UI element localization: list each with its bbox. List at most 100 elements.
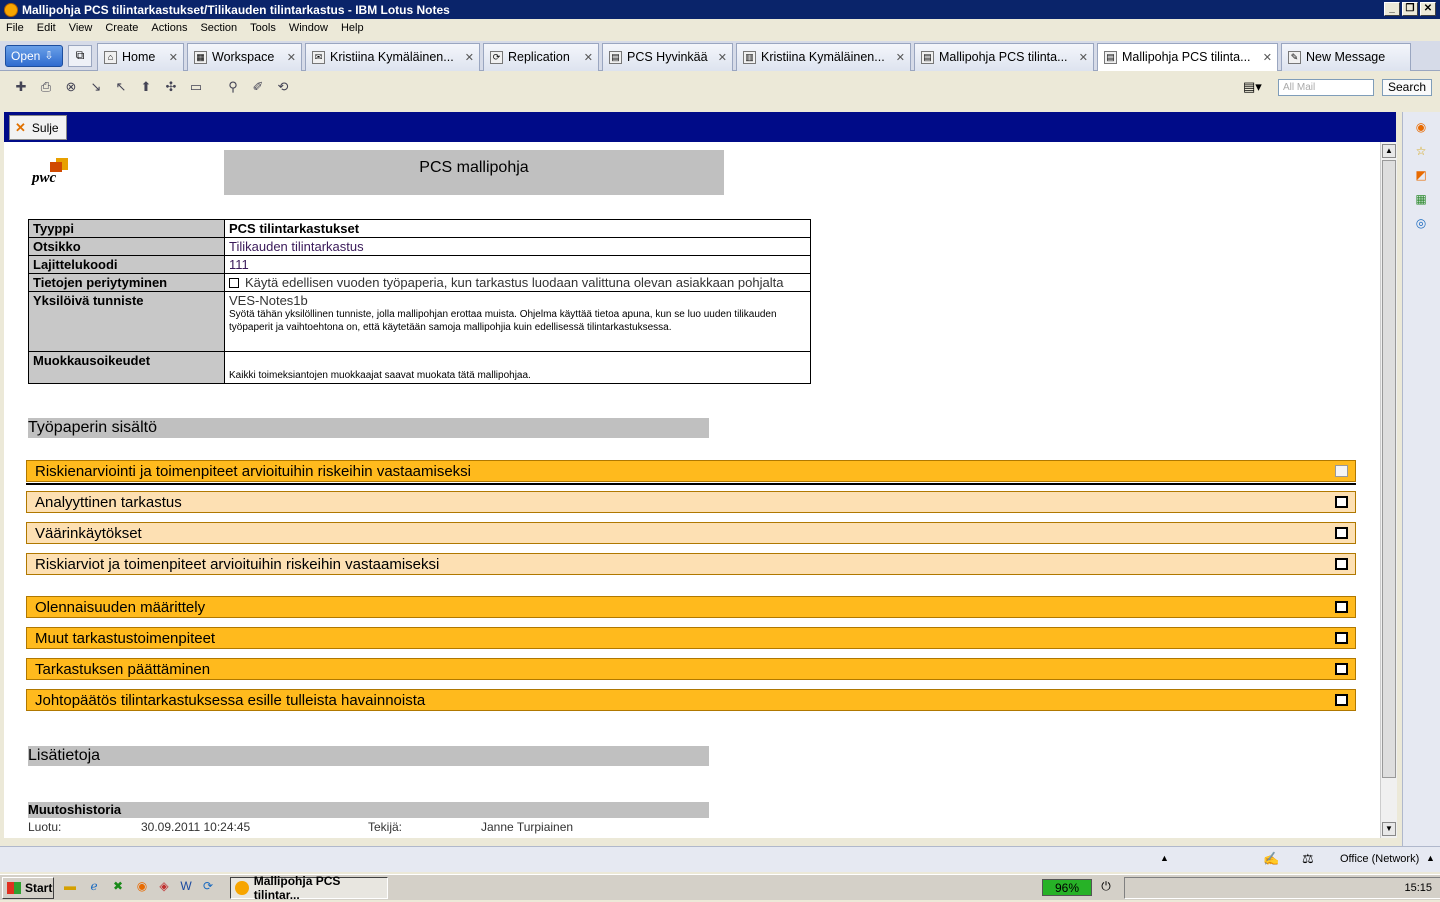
section-conclusion[interactable]: Johtopäätös tilintarkastuksessa esille t…: [26, 689, 1356, 711]
menu-create[interactable]: Create: [105, 22, 138, 34]
section-checkbox[interactable]: [1335, 527, 1348, 539]
section-checkbox[interactable]: [1335, 601, 1348, 613]
search-input[interactable]: All Mail: [1278, 79, 1374, 96]
lotus-icon[interactable]: ◉: [134, 879, 150, 895]
find-icon[interactable]: ⚲: [224, 78, 242, 96]
navigate-icon[interactable]: ✣: [162, 78, 180, 96]
id-cell: VES-Notes1b Syötä tähän yksilöllinen tun…: [224, 291, 811, 352]
close-document-button[interactable]: ✕ Sulje: [9, 115, 67, 140]
menu-file[interactable]: File: [6, 22, 24, 34]
close-icon[interactable]: ✕: [287, 51, 296, 64]
edit-document-icon[interactable]: ✐: [249, 78, 267, 96]
open-button[interactable]: Open ⇩: [5, 44, 63, 67]
taskbar-app-lotus-notes[interactable]: Mallipohja PCS tilintar...: [230, 874, 388, 902]
close-icon[interactable]: ✕: [1263, 51, 1272, 64]
app-icon[interactable]: ◈: [156, 879, 172, 895]
section-checkbox[interactable]: [1335, 496, 1348, 508]
tab-workspace[interactable]: ▦ Workspace ✕: [187, 42, 302, 71]
feeds-icon[interactable]: ◩: [1412, 166, 1430, 184]
tab-replication[interactable]: ⟳ Replication ✕: [483, 42, 599, 71]
sort-code-value[interactable]: 111: [224, 255, 811, 274]
close-icon[interactable]: ✕: [465, 51, 474, 64]
show-windows-button[interactable]: ⧉: [68, 44, 92, 67]
stop-icon[interactable]: ⊗: [62, 78, 80, 96]
tab-mallipohja-1[interactable]: ▤ Mallipohja PCS tilinta... ✕: [914, 42, 1094, 71]
mail-icon: ✉: [312, 50, 325, 64]
tab-calendar-kristiina[interactable]: ▥ Kristiina Kymäläinen... ✕: [736, 42, 911, 71]
folder-icon[interactable]: ▬: [62, 879, 78, 895]
tab-label: Kristiina Kymäläinen...: [761, 50, 885, 64]
search-scope-icon[interactable]: ▤▾: [1243, 79, 1262, 95]
search-button[interactable]: Search: [1382, 79, 1432, 96]
taskbar: Start ▬ ℯ ✖ ◉ ◈ W ⟳ Mallipohja PCS tilin…: [0, 874, 1440, 902]
scroll-thumb[interactable]: [1382, 160, 1396, 778]
close-window-button[interactable]: ✕: [1420, 2, 1436, 16]
menu-actions[interactable]: Actions: [151, 22, 187, 34]
section-checkbox[interactable]: [1335, 694, 1348, 706]
section-completion[interactable]: Tarkastuksen päättäminen: [26, 658, 1356, 680]
day-at-a-glance-icon[interactable]: ▦: [1412, 190, 1430, 208]
tab-pcs-hyvinkaa[interactable]: ▤ PCS Hyvinkää ✕: [602, 42, 733, 71]
menu-section[interactable]: Section: [200, 22, 237, 34]
close-icon[interactable]: ✕: [896, 51, 905, 64]
activities-icon[interactable]: ◎: [1412, 214, 1430, 232]
restore-button[interactable]: ❐: [1402, 2, 1418, 16]
battery-indicator[interactable]: 96%: [1042, 879, 1092, 896]
refresh-icon[interactable]: ⟲: [274, 78, 292, 96]
new-icon[interactable]: ✚: [12, 78, 30, 96]
internet-explorer-icon[interactable]: ℯ: [86, 879, 102, 895]
menu-help[interactable]: Help: [341, 22, 364, 34]
power-plug-icon[interactable]: ⏻: [1098, 879, 1114, 895]
subject-value[interactable]: Tilikauden tilintarkastus: [224, 237, 811, 256]
tab-label: Kristiina Kymäläinen...: [330, 50, 454, 64]
location-up-arrow-icon[interactable]: ▲: [1426, 853, 1435, 863]
print-icon[interactable]: ⎙: [37, 78, 55, 96]
section-checkbox[interactable]: [1335, 632, 1348, 644]
id-value[interactable]: VES-Notes1b: [229, 293, 806, 308]
tab-new-message[interactable]: ✎ New Message: [1281, 42, 1411, 71]
scroll-up-icon[interactable]: ▲: [1382, 144, 1396, 158]
folder-up-icon[interactable]: ⬆: [137, 78, 155, 96]
tab-label: Workspace: [212, 50, 275, 64]
sametime-icon[interactable]: ◉: [1412, 118, 1430, 136]
menu-window[interactable]: Window: [289, 22, 328, 34]
close-icon[interactable]: ✕: [718, 51, 727, 64]
status-up-arrow-icon[interactable]: ▲: [1160, 853, 1169, 863]
forward-icon[interactable]: ↘: [87, 78, 105, 96]
section-fraud[interactable]: Väärinkäytökset: [26, 522, 1356, 544]
tab-home[interactable]: ⌂ Home ✕: [97, 42, 184, 71]
section-other-procedures[interactable]: Muut tarkastustoimenpiteet: [26, 627, 1356, 649]
signature-icon[interactable]: ✍: [1263, 851, 1279, 867]
word-icon[interactable]: W: [178, 879, 194, 895]
close-icon[interactable]: ✕: [1079, 51, 1088, 64]
back-icon[interactable]: ↖: [112, 78, 130, 96]
inherit-checkbox[interactable]: [229, 278, 239, 288]
section-checkbox[interactable]: [1335, 465, 1348, 477]
section-checkbox[interactable]: [1335, 558, 1348, 570]
edit-icon[interactable]: ▭: [187, 78, 205, 96]
close-icon[interactable]: ✕: [169, 51, 178, 64]
tab-mail-kristiina[interactable]: ✉ Kristiina Kymäläinen... ✕: [305, 42, 480, 71]
menu-tools[interactable]: Tools: [250, 22, 276, 34]
start-button[interactable]: Start: [2, 877, 54, 899]
menu-view[interactable]: View: [69, 22, 93, 34]
section-checkbox[interactable]: [1335, 663, 1348, 675]
refresh-quick-icon[interactable]: ⟳: [200, 879, 216, 895]
section-risk-assessment[interactable]: Riskienarviointi ja toimenpiteet arvioit…: [26, 460, 1356, 482]
vertical-scrollbar[interactable]: ▲ ▼: [1380, 142, 1397, 838]
section-materiality[interactable]: Olennaisuuden määrittely: [26, 596, 1356, 618]
section-risk-estimates[interactable]: Riskiarviot ja toimenpiteet arvioituihin…: [26, 553, 1356, 575]
location-status[interactable]: Office (Network): [1340, 853, 1419, 865]
favorites-star-icon[interactable]: ☆: [1412, 142, 1430, 160]
excel-icon[interactable]: ✖: [110, 879, 126, 895]
section-analytical-review[interactable]: Analyyttinen tarkastus: [26, 491, 1356, 513]
tab-mallipohja-2[interactable]: ▤ Mallipohja PCS tilinta... ✕: [1097, 42, 1278, 71]
menu-edit[interactable]: Edit: [37, 22, 56, 34]
section-divider: [26, 483, 1356, 485]
scroll-down-icon[interactable]: ▼: [1382, 822, 1396, 836]
minimize-button[interactable]: _: [1384, 2, 1400, 16]
close-icon[interactable]: ✕: [584, 51, 593, 64]
security-icon[interactable]: ⚖: [1302, 851, 1314, 867]
window-title: Mallipohja PCS tilintarkastukset/Tilikau…: [22, 2, 450, 17]
clock[interactable]: 15:15: [1404, 882, 1432, 894]
